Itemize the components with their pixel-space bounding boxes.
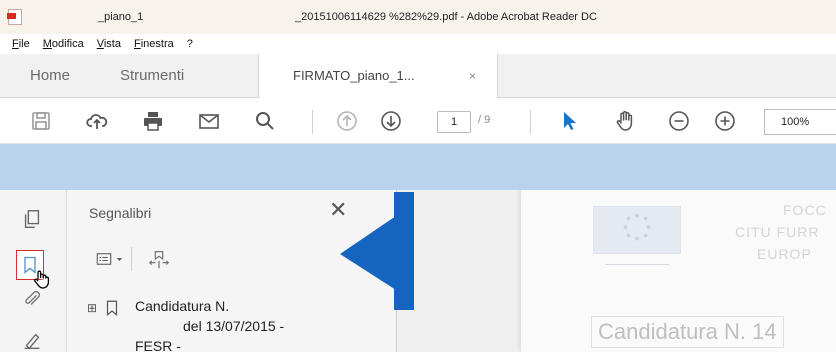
hand-tool-icon[interactable] bbox=[612, 108, 638, 134]
pages-icon[interactable] bbox=[19, 206, 45, 232]
logo-underline bbox=[605, 264, 669, 265]
eu-flag-logo bbox=[593, 206, 681, 254]
menu-file[interactable]: File bbox=[12, 38, 30, 50]
window-title-part2: _20151006114629 %282%29.pdf - Adobe Acro… bbox=[295, 11, 597, 23]
window-title-part1: _piano_1 bbox=[98, 11, 144, 23]
menu-help[interactable]: ? bbox=[187, 38, 193, 50]
email-icon[interactable] bbox=[196, 108, 222, 134]
bookmarks-panel-tools bbox=[89, 246, 178, 272]
tab-bar: Home Strumenti FIRMATO_piano_1... × bbox=[0, 54, 836, 99]
pointer-arrow-icon bbox=[340, 192, 414, 310]
expand-bookmark-icon bbox=[148, 251, 170, 269]
zoom-level-field[interactable]: 100% bbox=[764, 109, 836, 135]
bookmark-label-line1: Candidatura N. bbox=[135, 298, 230, 314]
expand-bookmark-button[interactable] bbox=[140, 247, 178, 271]
menu-bar: File Modifica Vista Finestra ? bbox=[0, 34, 836, 54]
menu-finestra[interactable]: Finestra bbox=[134, 38, 174, 50]
tab-document-label: FIRMATO_piano_1... bbox=[293, 68, 415, 83]
close-tab-icon[interactable]: × bbox=[469, 54, 476, 98]
save-icon[interactable] bbox=[28, 108, 54, 134]
document-candidatura-heading: Candidatura N. 14 bbox=[591, 316, 784, 348]
zoom-in-icon[interactable] bbox=[712, 108, 738, 134]
signature-icon[interactable] bbox=[19, 328, 45, 352]
pdf-app-icon[interactable] bbox=[7, 9, 22, 25]
document-header-line1: FOCC bbox=[783, 202, 827, 218]
search-icon[interactable] bbox=[252, 108, 278, 134]
bookmark-item-icon bbox=[106, 300, 118, 317]
document-view[interactable]: FOCC CITU FURR EUROP Candidatura N. 14 bbox=[397, 190, 836, 352]
bookmarks-panel-title: Segnalibri bbox=[89, 205, 152, 221]
page-up-icon[interactable] bbox=[334, 108, 360, 134]
zoom-out-icon[interactable] bbox=[666, 108, 692, 134]
navigation-rail bbox=[0, 190, 67, 352]
bookmark-label-line2: del 13/07/2015 - bbox=[183, 318, 285, 334]
hand-cursor-icon bbox=[34, 270, 50, 289]
options-menu-button[interactable] bbox=[89, 247, 127, 271]
document-page: FOCC CITU FURR EUROP Candidatura N. 14 bbox=[521, 190, 836, 352]
title-bar: _piano_1 _20151006114629 %282%29.pdf - A… bbox=[0, 0, 836, 34]
document-message-bar bbox=[0, 144, 836, 190]
bookmark-label-line3: FESR - bbox=[135, 338, 181, 352]
select-arrow-icon[interactable] bbox=[556, 108, 582, 134]
tab-tools[interactable]: Strumenti bbox=[120, 54, 184, 98]
document-header-line3: EUROP bbox=[757, 246, 812, 262]
expand-icon[interactable]: ⊞ bbox=[87, 301, 97, 315]
page-down-icon[interactable] bbox=[378, 108, 404, 134]
toolbar bbox=[0, 98, 836, 144]
menu-modifica[interactable]: Modifica bbox=[43, 38, 84, 50]
chevron-down-icon bbox=[116, 257, 122, 261]
page-total: / 9 bbox=[478, 114, 491, 126]
cloud-upload-icon[interactable] bbox=[84, 108, 110, 134]
panel-separator bbox=[131, 247, 132, 271]
print-icon[interactable] bbox=[140, 108, 166, 134]
tab-document[interactable]: FIRMATO_piano_1... × bbox=[258, 54, 498, 99]
document-header-line2: CITU FURR bbox=[735, 224, 820, 240]
options-list-icon bbox=[96, 253, 111, 265]
tab-home[interactable]: Home bbox=[30, 54, 70, 98]
toolbar-separator bbox=[312, 110, 313, 134]
page-number-input[interactable]: 1 bbox=[437, 111, 471, 133]
toolbar-separator bbox=[530, 110, 531, 134]
menu-vista[interactable]: Vista bbox=[97, 38, 121, 50]
